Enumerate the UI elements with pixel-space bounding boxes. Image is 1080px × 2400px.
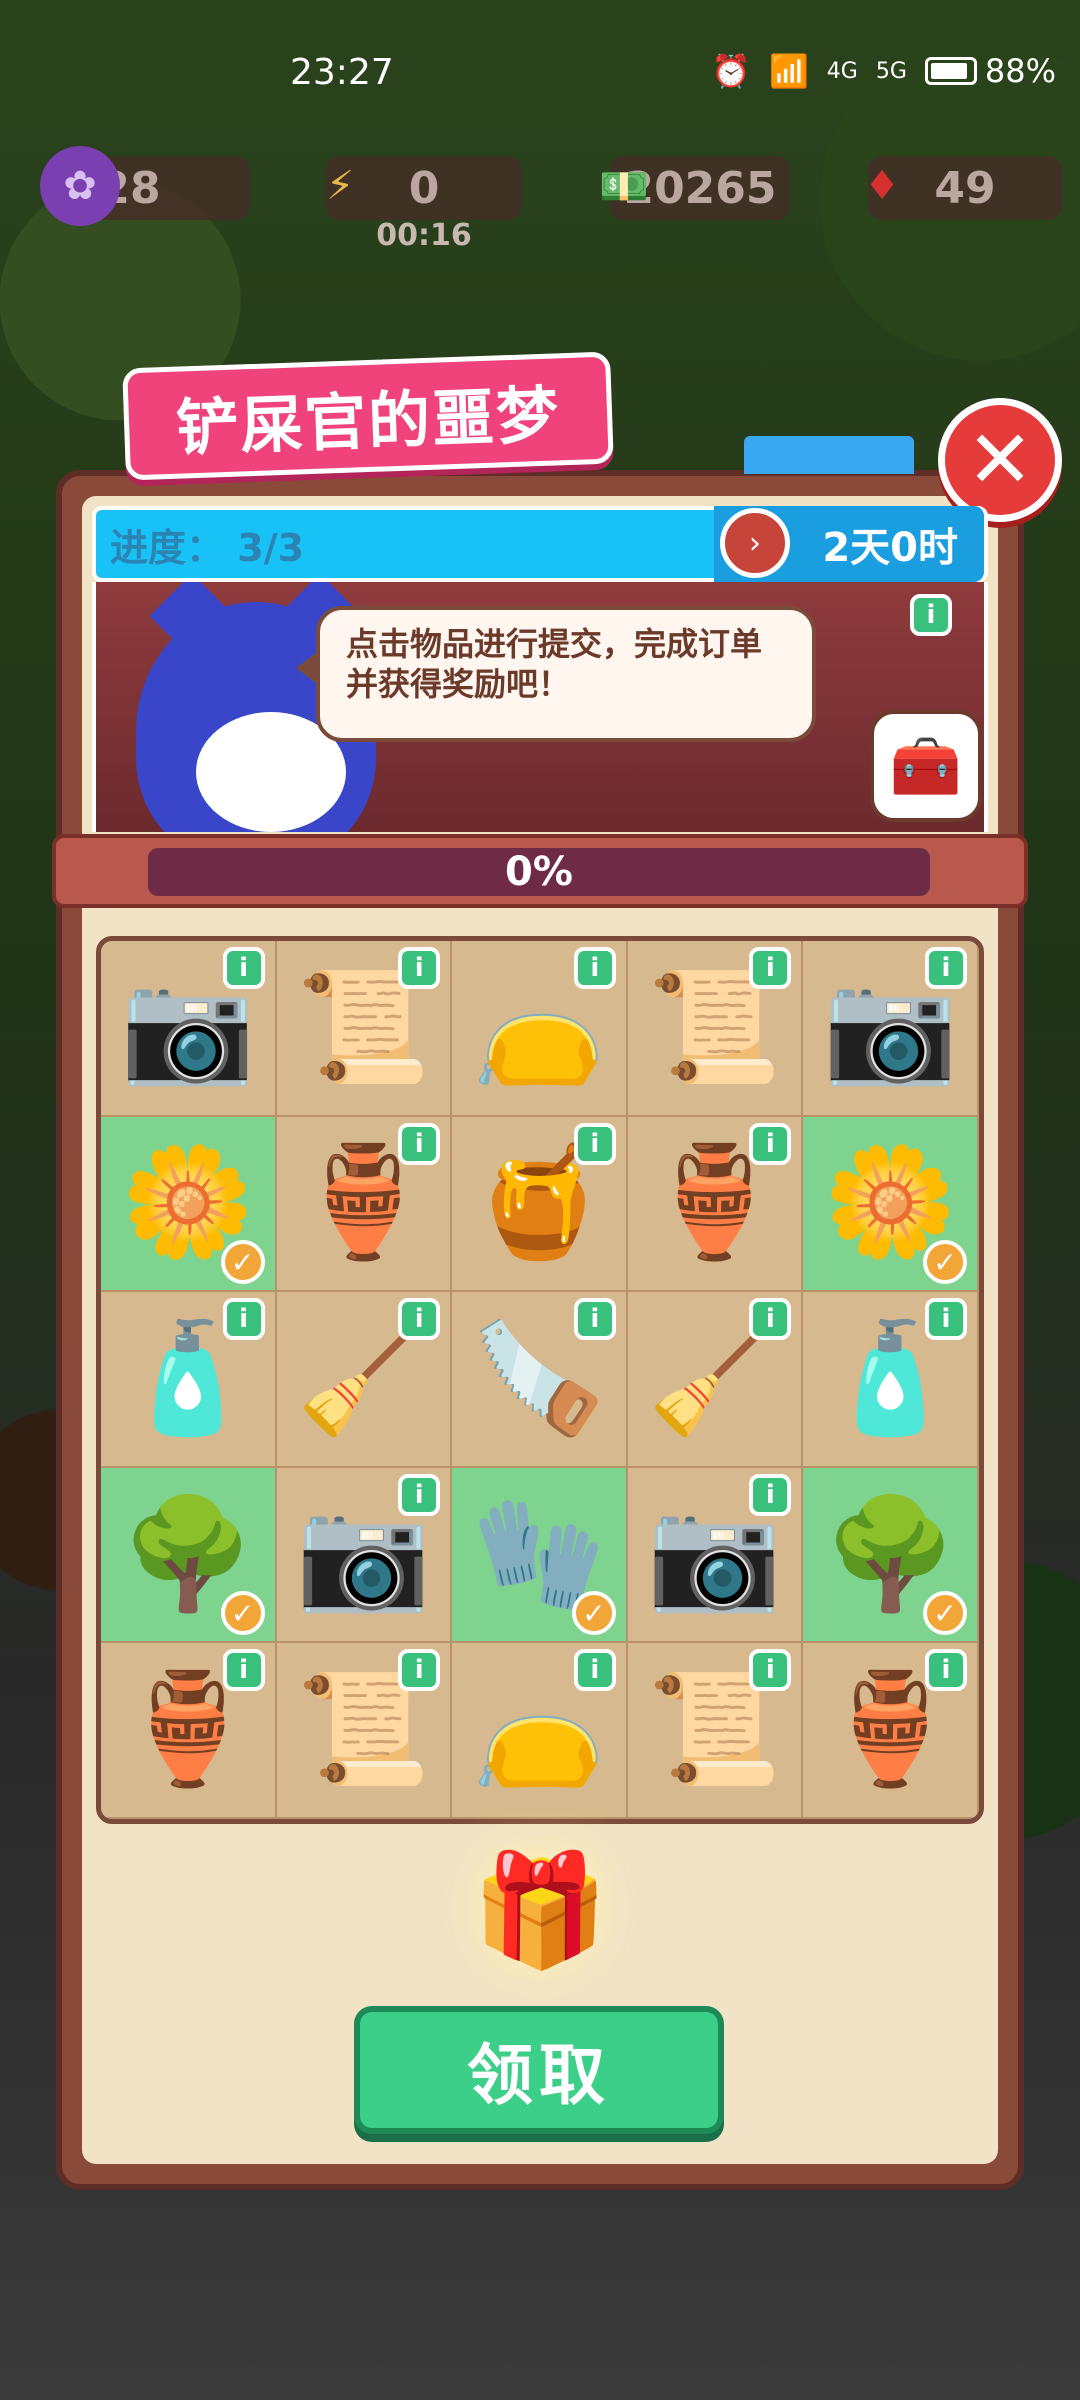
- event-title: 铲屎官的噩梦: [122, 351, 614, 481]
- energy-counter[interactable]: ⚡ 0 00:16: [326, 156, 522, 253]
- cash-icon: 💵: [599, 163, 649, 210]
- info-icon[interactable]: i: [749, 1122, 792, 1165]
- grid-cell[interactable]: 🧴 i: [803, 1292, 979, 1468]
- info-icon[interactable]: i: [925, 1649, 967, 1692]
- battery-indicator: 88%: [924, 52, 1056, 90]
- info-icon[interactable]: i: [398, 1122, 441, 1165]
- blue-tab-decoration: [744, 436, 914, 474]
- grid-cell[interactable]: 📜 i: [627, 1643, 804, 1819]
- timer-value: 2天0时: [822, 525, 958, 571]
- grid-cell[interactable]: 🏺 i: [276, 1116, 453, 1293]
- info-icon[interactable]: i: [925, 947, 967, 989]
- grid-cell[interactable]: 📜 i: [276, 1643, 453, 1819]
- progress-label: 进度： 3/3: [110, 525, 305, 570]
- clock-icon: ›: [720, 508, 790, 578]
- treasure-chest-icon: 🧰: [889, 731, 963, 800]
- energy-timer: 00:16: [376, 218, 472, 253]
- grid-cell[interactable]: 🌼 ✓: [803, 1116, 979, 1293]
- signal-4g-icon: 4G: [826, 58, 858, 84]
- info-icon[interactable]: i: [573, 1122, 616, 1165]
- progress-bar-frame: 0%: [52, 834, 1028, 908]
- info-icon[interactable]: i: [749, 947, 792, 989]
- grid-cell[interactable]: 🌼 ✓: [101, 1116, 277, 1293]
- grid-cell[interactable]: 👝 i: [452, 941, 628, 1117]
- grid-cell[interactable]: 📷 i: [276, 1467, 453, 1644]
- reward-box-icon: 🎁: [471, 1845, 609, 1974]
- status-icons: ⏰ 📶 4G 5G 88%: [711, 52, 1056, 90]
- info-icon[interactable]: i: [573, 1298, 616, 1341]
- progress-percent: 0%: [505, 849, 573, 895]
- info-icon[interactable]: i: [398, 1298, 441, 1341]
- info-icon[interactable]: i: [749, 1298, 792, 1341]
- grid-cell[interactable]: 🍯 i: [452, 1116, 628, 1293]
- grid-cell[interactable]: 👝 i: [452, 1643, 628, 1819]
- info-icon[interactable]: i: [749, 1649, 792, 1692]
- status-bar: 23:27 ⏰ 📶 4G 5G 88%: [0, 0, 1080, 150]
- grid-cell[interactable]: 🏺 i: [101, 1643, 277, 1819]
- grid-cell[interactable]: 🧤 ✓: [452, 1467, 628, 1644]
- progress-bar: 0%: [148, 848, 930, 896]
- grid-cell[interactable]: 📜 i: [627, 941, 804, 1117]
- battery-percent: 88%: [984, 52, 1056, 90]
- checkmark-icon: ✓: [571, 1591, 616, 1636]
- grid-cell[interactable]: 📷 i: [627, 1467, 804, 1644]
- info-icon[interactable]: i: [573, 1649, 616, 1692]
- info-icon[interactable]: i: [398, 1473, 441, 1516]
- scene-info-button[interactable]: i: [910, 594, 952, 636]
- reward-chest-button[interactable]: 🧰: [870, 710, 982, 822]
- grid-cell[interactable]: 🪚 i: [452, 1292, 628, 1468]
- ruby-icon: ♦: [864, 163, 900, 209]
- speech-bubble: 点击物品进行提交，完成订单并获得奖励吧！: [296, 606, 816, 742]
- energy-value: 0: [408, 162, 440, 214]
- item-grid: 📷 i 📜 i 👝 i 📜 i 📷 i 🌼 ✓ 🏺 i 🍯 i 🏺 i 🌼 ✓ 🧴 i 🧹 i 🪚 i 🧹 i 🧴 i 🌳 ✓ 📷 i 🧤 ✓ 📷 i 🌳 ✓…: [96, 936, 984, 1824]
- grid-cell[interactable]: 📷 i: [101, 941, 277, 1117]
- level-badge-icon: ✿: [40, 146, 120, 226]
- info-icon[interactable]: i: [573, 947, 616, 989]
- checkmark-icon: ✓: [923, 1591, 967, 1636]
- grid-cell[interactable]: 🧹 i: [276, 1292, 453, 1468]
- info-icon[interactable]: i: [222, 1298, 265, 1341]
- close-button[interactable]: ✕: [938, 398, 1062, 522]
- alarm-icon: ⏰: [711, 52, 751, 90]
- grid-cell[interactable]: 🌳 ✓: [803, 1467, 979, 1644]
- info-icon[interactable]: i: [925, 1298, 967, 1341]
- close-icon: ✕: [966, 413, 1034, 506]
- wifi-icon: 📶: [768, 52, 809, 90]
- signal-5g-icon: 5G: [875, 58, 907, 84]
- info-icon[interactable]: i: [398, 1649, 441, 1692]
- checkmark-icon: ✓: [220, 1240, 265, 1285]
- progress-header: 进度： 3/3 2天0时: [92, 506, 988, 582]
- progress-count: 3/3: [237, 525, 305, 570]
- info-icon[interactable]: i: [749, 1473, 792, 1516]
- claim-button[interactable]: 领取: [354, 2006, 724, 2134]
- status-time: 23:27: [290, 52, 394, 93]
- resource-bar: ✿ 28 ⚡ 0 00:16 💵 20265 ♦ 49: [0, 140, 1080, 253]
- checkmark-icon: ✓: [220, 1591, 265, 1636]
- cash-counter[interactable]: 💵 20265: [599, 156, 790, 220]
- grid-cell[interactable]: 🌳 ✓: [101, 1467, 277, 1644]
- checkmark-icon: ✓: [923, 1240, 967, 1285]
- gem-counter[interactable]: ♦ 49: [864, 156, 1062, 220]
- grid-cell[interactable]: 🧴 i: [101, 1292, 277, 1468]
- battery-icon: [924, 57, 977, 85]
- grid-cell[interactable]: 🏺 i: [627, 1116, 804, 1293]
- level-counter[interactable]: ✿ 28: [40, 146, 250, 226]
- grid-cell[interactable]: 📜 i: [276, 941, 453, 1117]
- claim-label: 领取: [467, 2037, 611, 2114]
- grid-cell[interactable]: 📷 i: [803, 941, 979, 1117]
- lightning-icon: ⚡: [325, 163, 355, 209]
- info-icon: i: [926, 600, 936, 630]
- grid-cell[interactable]: 🏺 i: [803, 1643, 979, 1819]
- grid-cell[interactable]: 🧹 i: [627, 1292, 804, 1468]
- gem-value: 49: [934, 162, 996, 214]
- info-icon[interactable]: i: [222, 947, 265, 989]
- info-icon[interactable]: i: [398, 947, 441, 989]
- info-icon[interactable]: i: [222, 1649, 265, 1692]
